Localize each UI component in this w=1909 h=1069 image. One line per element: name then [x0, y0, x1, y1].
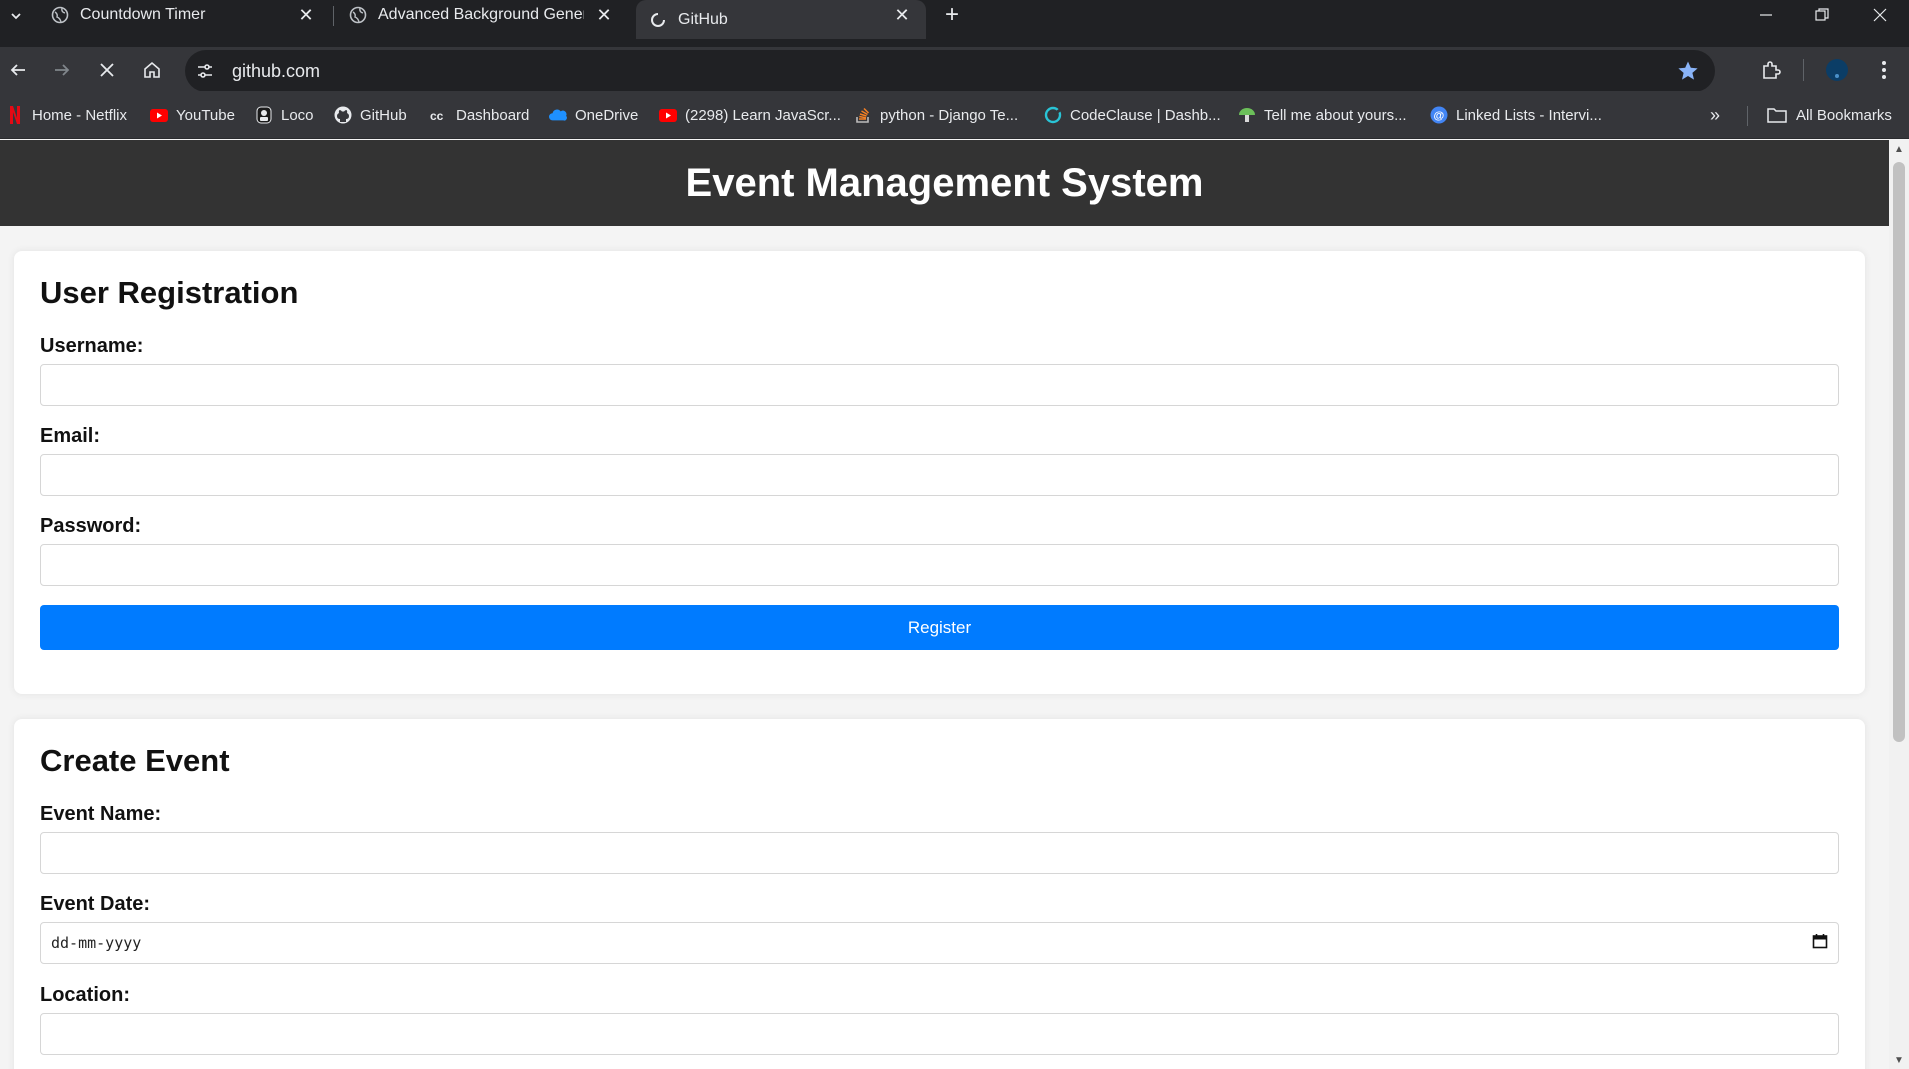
event-date-label: Event Date:: [40, 893, 151, 915]
bookmark-learn-javascript[interactable]: (2298) Learn JavaScr...: [659, 103, 841, 127]
bookmark-github[interactable]: GitHub: [334, 103, 407, 127]
bookmarks-divider: [1747, 106, 1748, 126]
stackoverflow-icon: [854, 106, 872, 124]
onedrive-icon: [549, 106, 567, 124]
tab-background-generator[interactable]: Advanced Background Generator ✕: [348, 0, 628, 30]
bookmark-label: Dashboard: [456, 106, 530, 124]
close-window-button[interactable]: [1852, 0, 1908, 30]
password-input[interactable]: [40, 544, 1839, 586]
youtube-icon: [659, 106, 677, 124]
tab-separator: [333, 6, 334, 26]
username-input[interactable]: [40, 364, 1839, 406]
user-registration-card: User Registration Username: Email: Passw…: [14, 251, 1865, 694]
page-header: Event Management System: [0, 140, 1889, 226]
bookmark-onedrive[interactable]: OneDrive: [549, 103, 638, 127]
registration-title: User Registration: [40, 275, 299, 310]
github-icon: [334, 106, 352, 124]
page-title: Event Management System: [685, 161, 1204, 205]
svg-text:cc: cc: [430, 109, 444, 122]
tab-close-icon[interactable]: ✕: [892, 5, 912, 25]
scroll-up-arrow-icon[interactable]: ▲: [1894, 145, 1904, 155]
tab-close-icon[interactable]: ✕: [594, 5, 614, 25]
bookmark-label: CodeClause | Dashb...: [1070, 106, 1221, 124]
create-event-title: Create Event: [40, 743, 230, 778]
page-viewport: Event Management System User Registratio…: [0, 140, 1889, 1069]
profile-avatar[interactable]: [1822, 55, 1852, 85]
tab-search-button[interactable]: [4, 4, 28, 28]
bookmark-label: Tell me about yours...: [1264, 106, 1407, 124]
globe-icon: [50, 5, 70, 25]
bookmark-linked-lists[interactable]: @ Linked Lists - Intervi...: [1430, 103, 1602, 127]
new-tab-button[interactable]: +: [938, 1, 966, 29]
username-label: Username:: [40, 335, 144, 357]
tab-close-icon[interactable]: ✕: [296, 5, 316, 25]
loading-spinner-icon: [648, 10, 668, 30]
at-icon: @: [1430, 106, 1448, 124]
tab-strip: Countdown Timer ✕ Advanced Background Ge…: [0, 0, 1909, 47]
tab-countdown-timer[interactable]: Countdown Timer ✕: [50, 0, 330, 30]
bookmark-label: YouTube: [176, 106, 235, 124]
register-button[interactable]: Register: [40, 605, 1839, 650]
bookmark-tell-me-about[interactable]: Tell me about yours...: [1238, 103, 1407, 127]
svg-text:@: @: [1434, 110, 1445, 122]
bookmark-loco[interactable]: Loco: [255, 103, 314, 127]
bookmark-python-django[interactable]: python - Django Te...: [854, 103, 1018, 127]
location-label: Location:: [40, 984, 130, 1006]
stop-loading-button[interactable]: [92, 55, 122, 85]
bookmark-netflix[interactable]: Home - Netflix: [6, 103, 127, 127]
calendar-icon[interactable]: [1812, 933, 1828, 953]
bookmark-label: (2298) Learn JavaScr...: [685, 106, 841, 124]
location-input[interactable]: [40, 1013, 1839, 1055]
youtube-icon: [150, 106, 168, 124]
extensions-icon[interactable]: [1756, 55, 1786, 85]
all-bookmarks-label: All Bookmarks: [1796, 106, 1892, 124]
bookmark-label: Linked Lists - Intervi...: [1456, 106, 1602, 124]
toolbar-divider: [1803, 59, 1804, 81]
menu-kebab-icon[interactable]: [1869, 55, 1899, 85]
page-scrollbar[interactable]: ▲ ▼: [1889, 140, 1909, 1069]
email-label: Email:: [40, 425, 101, 447]
tab-title: GitHub: [678, 10, 728, 28]
email-input[interactable]: [40, 454, 1839, 496]
minimize-button[interactable]: [1738, 0, 1794, 30]
browser-toolbar: github.com: [0, 47, 1909, 92]
site-info-icon[interactable]: [193, 59, 217, 83]
bookmark-label: OneDrive: [575, 106, 639, 124]
codeclause-icon: cc: [430, 106, 448, 124]
home-button[interactable]: [137, 55, 167, 85]
folder-icon: [1766, 106, 1788, 124]
tab-title: Advanced Background Generator: [378, 6, 584, 23]
netflix-icon: [6, 106, 24, 124]
tab-github[interactable]: GitHub ✕: [636, 0, 926, 39]
restore-button[interactable]: [1794, 0, 1850, 30]
back-button[interactable]: [3, 55, 33, 85]
address-bar[interactable]: github.com: [185, 50, 1715, 92]
tab-title: Countdown Timer: [80, 6, 206, 23]
forward-button[interactable]: [47, 55, 77, 85]
more-bookmarks-chevron-icon[interactable]: »: [1703, 103, 1727, 127]
bookmark-codeclause[interactable]: CodeClause | Dashb...: [1044, 103, 1221, 127]
event-date-placeholder: dd-mm-yyyy: [51, 934, 142, 952]
bookmark-label: Home - Netflix: [32, 106, 128, 124]
bookmarks-bar: Home - Netflix YouTube Loco GitHub cc Da…: [0, 91, 1909, 139]
bookmark-star-icon[interactable]: [1675, 58, 1701, 84]
globe-icon: [348, 5, 368, 25]
event-name-label: Event Name:: [40, 803, 162, 825]
scroll-down-arrow-icon[interactable]: ▼: [1894, 1056, 1904, 1066]
loco-icon: [255, 106, 273, 124]
password-label: Password:: [40, 515, 142, 537]
bookmark-label: GitHub: [360, 106, 407, 124]
codeclause-icon: [1044, 106, 1062, 124]
event-date-input[interactable]: dd-mm-yyyy: [40, 922, 1839, 964]
bookmark-label: Loco: [281, 106, 314, 124]
event-name-input[interactable]: [40, 832, 1839, 874]
all-bookmarks-button[interactable]: All Bookmarks: [1766, 103, 1892, 127]
mushroom-icon: [1238, 106, 1256, 124]
bookmark-youtube[interactable]: YouTube: [150, 103, 235, 127]
bookmark-label: python - Django Te...: [880, 106, 1019, 124]
url-text: github.com: [232, 61, 321, 81]
bookmark-dashboard[interactable]: cc Dashboard: [430, 103, 529, 127]
scrollbar-thumb[interactable]: [1893, 162, 1905, 742]
create-event-card: Create Event Event Name: Event Date: dd-…: [14, 719, 1865, 1069]
